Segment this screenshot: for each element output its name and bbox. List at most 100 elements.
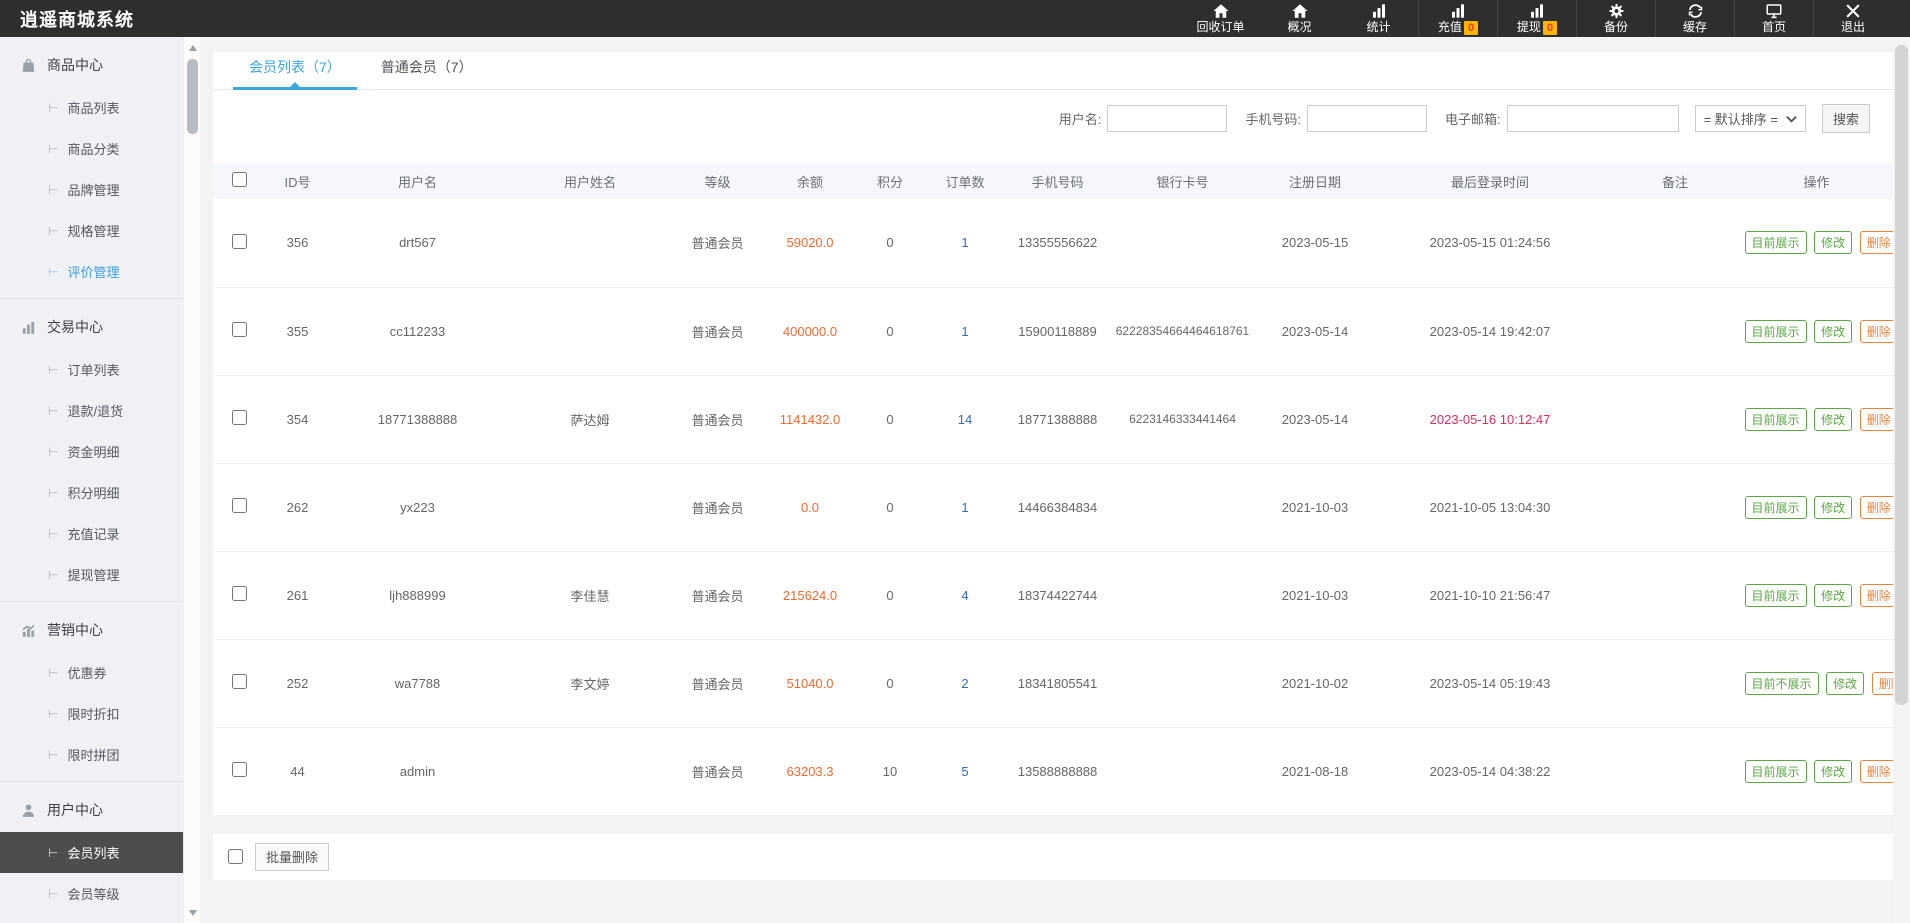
member-last-login: 2023-05-14 19:42:07 bbox=[1370, 287, 1610, 376]
topnav-backup[interactable]: 备份 bbox=[1576, 0, 1655, 37]
delete-button[interactable]: 删除 bbox=[1859, 759, 1893, 783]
display-toggle-button[interactable]: 目前展示 bbox=[1744, 759, 1807, 783]
page-scrollbar-thumb[interactable] bbox=[1895, 45, 1908, 705]
member-orders-link[interactable]: 2 bbox=[920, 639, 1010, 728]
delete-button[interactable]: 删除 bbox=[1859, 407, 1893, 431]
member-row: 356 drt567 普通会员 59020.0 0 1 13355556622 … bbox=[213, 199, 1893, 288]
search-button[interactable]: 搜索 bbox=[1822, 104, 1870, 133]
member-orders-link[interactable]: 5 bbox=[920, 727, 1010, 816]
topnav-label: 回收订单 bbox=[1196, 20, 1245, 34]
sidebar-group-user-head[interactable]: 用户中心 bbox=[0, 788, 183, 832]
edit-button[interactable]: 修改 bbox=[1814, 407, 1853, 431]
member-orders-link[interactable]: 1 bbox=[920, 287, 1010, 376]
sidebar-item-fund-detail[interactable]: ⊢ 资金明细 bbox=[0, 431, 183, 472]
sidebar-item-group-buy[interactable]: ⊢ 限时拼团 bbox=[0, 734, 183, 775]
sidebar-group-trade-head[interactable]: 交易中心 bbox=[0, 305, 183, 349]
delete-button[interactable]: 删除 bbox=[1859, 231, 1893, 255]
scroll-up-arrow[interactable] bbox=[184, 39, 201, 56]
row-select-cell bbox=[213, 287, 265, 376]
sidebar-group-label: 商品中心 bbox=[47, 57, 103, 73]
topnav-homepage[interactable]: 首页 bbox=[1734, 0, 1813, 37]
display-toggle-button[interactable]: 目前展示 bbox=[1744, 407, 1807, 431]
topnav-cache[interactable]: 缓存 bbox=[1655, 0, 1734, 37]
user-icon bbox=[19, 801, 37, 819]
sidebar-scrollbar-thumb[interactable] bbox=[187, 59, 198, 134]
member-id: 354 bbox=[265, 375, 330, 464]
topnav-logout[interactable]: 退出 bbox=[1813, 0, 1892, 37]
display-toggle-button[interactable]: 目前不展示 bbox=[1744, 671, 1819, 695]
scroll-down-arrow[interactable] bbox=[184, 904, 201, 921]
sidebar-group-goods-head[interactable]: 商品中心 bbox=[0, 43, 183, 87]
topnav-recharge[interactable]: 充值 0 bbox=[1418, 0, 1497, 37]
row-checkbox[interactable] bbox=[231, 233, 247, 249]
sidebar-item-points-detail[interactable]: ⊢ 积分明细 bbox=[0, 472, 183, 513]
sidebar-item-admin-account[interactable]: ⊢管理帐号 bbox=[0, 914, 183, 923]
member-username: yx223 bbox=[330, 463, 505, 552]
batch-select-checkbox[interactable] bbox=[228, 849, 243, 864]
sidebar-item-coupons[interactable]: ⊢ 优惠券 bbox=[0, 652, 183, 693]
edit-button[interactable]: 修改 bbox=[1814, 319, 1853, 343]
row-checkbox[interactable] bbox=[231, 498, 247, 513]
edit-button[interactable]: 修改 bbox=[1814, 231, 1853, 255]
row-checkbox[interactable] bbox=[231, 410, 247, 425]
delete-button[interactable]: 删除 bbox=[1871, 671, 1893, 695]
sidebar-item-spec-manage[interactable]: ⊢ 规格管理 bbox=[0, 210, 183, 251]
phone-input[interactable] bbox=[1306, 105, 1427, 132]
sidebar-item-order-list[interactable]: ⊢ 订单列表 bbox=[0, 349, 183, 390]
member-level: 普通会员 bbox=[675, 727, 760, 816]
member-orders-link[interactable]: 1 bbox=[920, 199, 1010, 288]
member-orders-link[interactable]: 4 bbox=[920, 551, 1010, 640]
sidebar-item-withdraw-manage[interactable]: ⊢ 提现管理 bbox=[0, 554, 183, 595]
member-actions-cell: 目前展示 修改 删除 登录 设置商品 bbox=[1740, 287, 1893, 376]
topnav-stats[interactable]: 统计 bbox=[1339, 0, 1418, 37]
sidebar-group-marketing-head[interactable]: 营销中心 bbox=[0, 608, 183, 652]
sort-select[interactable]: = 默认排序 = bbox=[1694, 105, 1806, 132]
sidebar-scrollbar bbox=[183, 37, 200, 923]
delete-button[interactable]: 删除 bbox=[1859, 319, 1893, 343]
app-title: 逍遥商城系统 bbox=[20, 9, 134, 30]
topnav-withdraw[interactable]: 提现 0 bbox=[1497, 0, 1576, 37]
member-points: 0 bbox=[860, 551, 920, 640]
edit-button[interactable]: 修改 bbox=[1814, 759, 1853, 783]
select-all-checkbox[interactable] bbox=[231, 172, 247, 187]
sidebar-item-goods-category[interactable]: ⊢ 商品分类 bbox=[0, 128, 183, 169]
chart-icon bbox=[19, 318, 37, 336]
topnav-recycle-orders[interactable]: 回收订单 bbox=[1181, 0, 1260, 37]
display-toggle-button[interactable]: 目前展示 bbox=[1744, 319, 1807, 343]
row-checkbox[interactable] bbox=[231, 674, 247, 689]
delete-button[interactable]: 删除 bbox=[1859, 583, 1893, 607]
edit-button[interactable]: 修改 bbox=[1814, 583, 1853, 607]
edit-button[interactable]: 修改 bbox=[1826, 671, 1865, 695]
sidebar-item-goods-list[interactable]: ⊢ 商品列表 bbox=[0, 87, 183, 128]
sidebar-item-member-list[interactable]: ⊢ 会员列表 bbox=[0, 832, 183, 873]
member-level: 普通会员 bbox=[675, 551, 760, 640]
tab-normal-member[interactable]: 普通会员（7） bbox=[365, 57, 489, 89]
sidebar-item-member-level[interactable]: ⊢ 会员等级 bbox=[0, 873, 183, 914]
sidebar-item-brand-manage[interactable]: ⊢ 品牌管理 bbox=[0, 169, 183, 210]
row-checkbox[interactable] bbox=[231, 322, 247, 337]
sidebar-item-recharge-record[interactable]: ⊢ 充值记录 bbox=[0, 513, 183, 554]
email-label: 电子邮箱: bbox=[1444, 112, 1501, 127]
sidebar-item-refund[interactable]: ⊢ 退款/退货 bbox=[0, 390, 183, 431]
member-name bbox=[505, 199, 675, 288]
edit-button[interactable]: 修改 bbox=[1814, 495, 1853, 519]
topnav-overview[interactable]: 概况 bbox=[1260, 0, 1339, 37]
display-toggle-button[interactable]: 目前展示 bbox=[1744, 231, 1807, 255]
sidebar-group-trade: 交易中心 ⊢ 订单列表 ⊢ 退款/退货 ⊢ 资金明细 ⊢ 积分明细 ⊢ 充值记录 ⊢ 提现管… bbox=[0, 298, 183, 601]
display-toggle-button[interactable]: 目前展示 bbox=[1744, 495, 1807, 519]
display-toggle-button[interactable]: 目前展示 bbox=[1744, 583, 1807, 607]
home-icon bbox=[1211, 2, 1231, 20]
member-orders-link[interactable]: 1 bbox=[920, 463, 1010, 552]
email-input[interactable] bbox=[1506, 105, 1679, 132]
bar-chart-icon bbox=[1369, 2, 1389, 20]
tab-member-list[interactable]: 会员列表（7） bbox=[233, 57, 357, 90]
sidebar-item-flash-discount[interactable]: ⊢ 限时折扣 bbox=[0, 693, 183, 734]
row-checkbox[interactable] bbox=[231, 762, 247, 777]
row-actions: 目前展示 修改 删除 登录 设置商品 bbox=[1743, 583, 1893, 608]
member-orders-link[interactable]: 14 bbox=[920, 375, 1010, 464]
delete-button[interactable]: 删除 bbox=[1859, 495, 1893, 519]
row-checkbox[interactable] bbox=[231, 586, 247, 601]
username-input[interactable] bbox=[1107, 105, 1228, 132]
batch-delete-button[interactable]: 批量删除 bbox=[255, 842, 330, 871]
sidebar-item-review-manage[interactable]: ⊢ 评价管理 bbox=[0, 251, 183, 292]
